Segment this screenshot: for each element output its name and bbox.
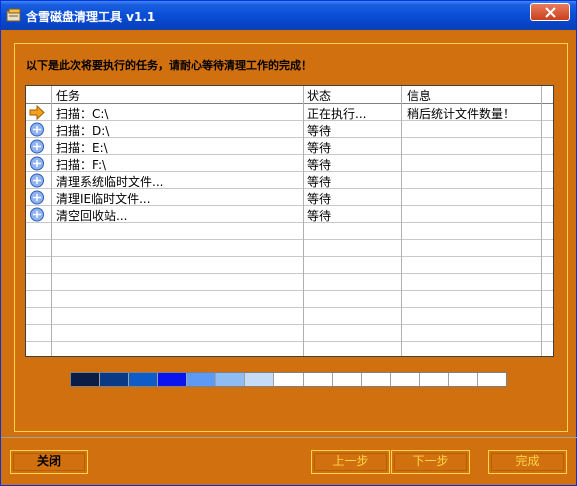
progress-segment (361, 373, 391, 386)
task-row[interactable]: 扫描：F:\ 等待 (26, 155, 553, 172)
progress-segment (187, 373, 217, 386)
pending-icon (30, 156, 44, 171)
task-name: 清空回收站... (56, 209, 128, 223)
progress-segment (245, 373, 275, 386)
progress-segment (303, 373, 333, 386)
finish-button[interactable]: 完成 (488, 450, 567, 474)
column-header-task[interactable]: 任务 (56, 87, 80, 103)
progress-segment (71, 373, 101, 386)
task-row[interactable]: 清空回收站... 等待 (26, 206, 553, 223)
progress-bar (70, 372, 507, 387)
task-status: 等待 (307, 192, 332, 206)
progress-segment (216, 373, 246, 386)
task-status: 等待 (307, 141, 332, 155)
title-bar[interactable]: 含雪磁盘清理工具 v1.1 (1, 1, 576, 30)
task-info: 稍后统计文件数量！ (407, 107, 516, 121)
progress-segment (100, 373, 130, 386)
progress-segment (477, 373, 506, 386)
task-row[interactable]: 清理系统临时文件... 等待 (26, 172, 553, 189)
progress-segment (158, 373, 188, 386)
progress-segment (390, 373, 420, 386)
task-status: 等待 (307, 209, 332, 223)
column-header-status[interactable]: 状态 (307, 87, 331, 103)
task-status: 正在执行... (307, 107, 367, 121)
pending-icon (30, 173, 44, 188)
pending-icon (30, 139, 44, 154)
task-name: 扫描：E:\ (56, 141, 108, 155)
pending-icon (30, 190, 44, 205)
progress-segment (419, 373, 449, 386)
task-name: 清理系统临时文件... (56, 175, 164, 189)
arrow-right-icon (29, 105, 45, 120)
next-button[interactable]: 下一步 (391, 450, 470, 474)
task-status: 等待 (307, 175, 332, 189)
prev-button[interactable]: 上一步 (311, 450, 390, 474)
task-row[interactable]: 扫描：E:\ 等待 (26, 138, 553, 155)
task-status: 等待 (307, 124, 332, 138)
progress-segment (332, 373, 362, 386)
pending-icon (30, 122, 44, 137)
progress-segment (274, 373, 304, 386)
task-row[interactable]: 清理IE临时文件... 等待 (26, 189, 553, 206)
window-close-button[interactable] (530, 3, 570, 21)
instruction-text: 以下是此次将要执行的任务，请耐心等待清理工作的完成！ (26, 59, 312, 72)
task-row[interactable]: 扫描：D:\ 等待 (26, 121, 553, 138)
window-title: 含雪磁盘清理工具 v1.1 (26, 10, 156, 24)
app-icon (6, 8, 21, 22)
close-button[interactable]: 关闭 (10, 450, 88, 474)
close-icon (545, 7, 556, 18)
task-status: 等待 (307, 158, 332, 172)
progress-segment (129, 373, 159, 386)
task-row[interactable]: 扫描：C:\ 正在执行... 稍后统计文件数量！ (26, 104, 553, 121)
task-name: 扫描：C:\ (56, 107, 109, 121)
column-header-info[interactable]: 信息 (407, 87, 431, 103)
pending-icon (30, 207, 44, 222)
task-name: 扫描：D:\ (56, 124, 110, 138)
bottom-divider (1, 437, 577, 438)
main-window: 含雪磁盘清理工具 v1.1 以下是此次将要执行的任务，请耐心等待清理工作的完成！… (0, 0, 577, 486)
progress-segment (448, 373, 478, 386)
task-name: 清理IE临时文件... (56, 192, 151, 206)
task-list[interactable]: 任务 状态 信息 扫描：C:\ 正在执行... 稍后统计文件数量！ 扫描：D:\ 等待扫… (25, 85, 554, 357)
task-name: 扫描：F:\ (56, 158, 107, 172)
